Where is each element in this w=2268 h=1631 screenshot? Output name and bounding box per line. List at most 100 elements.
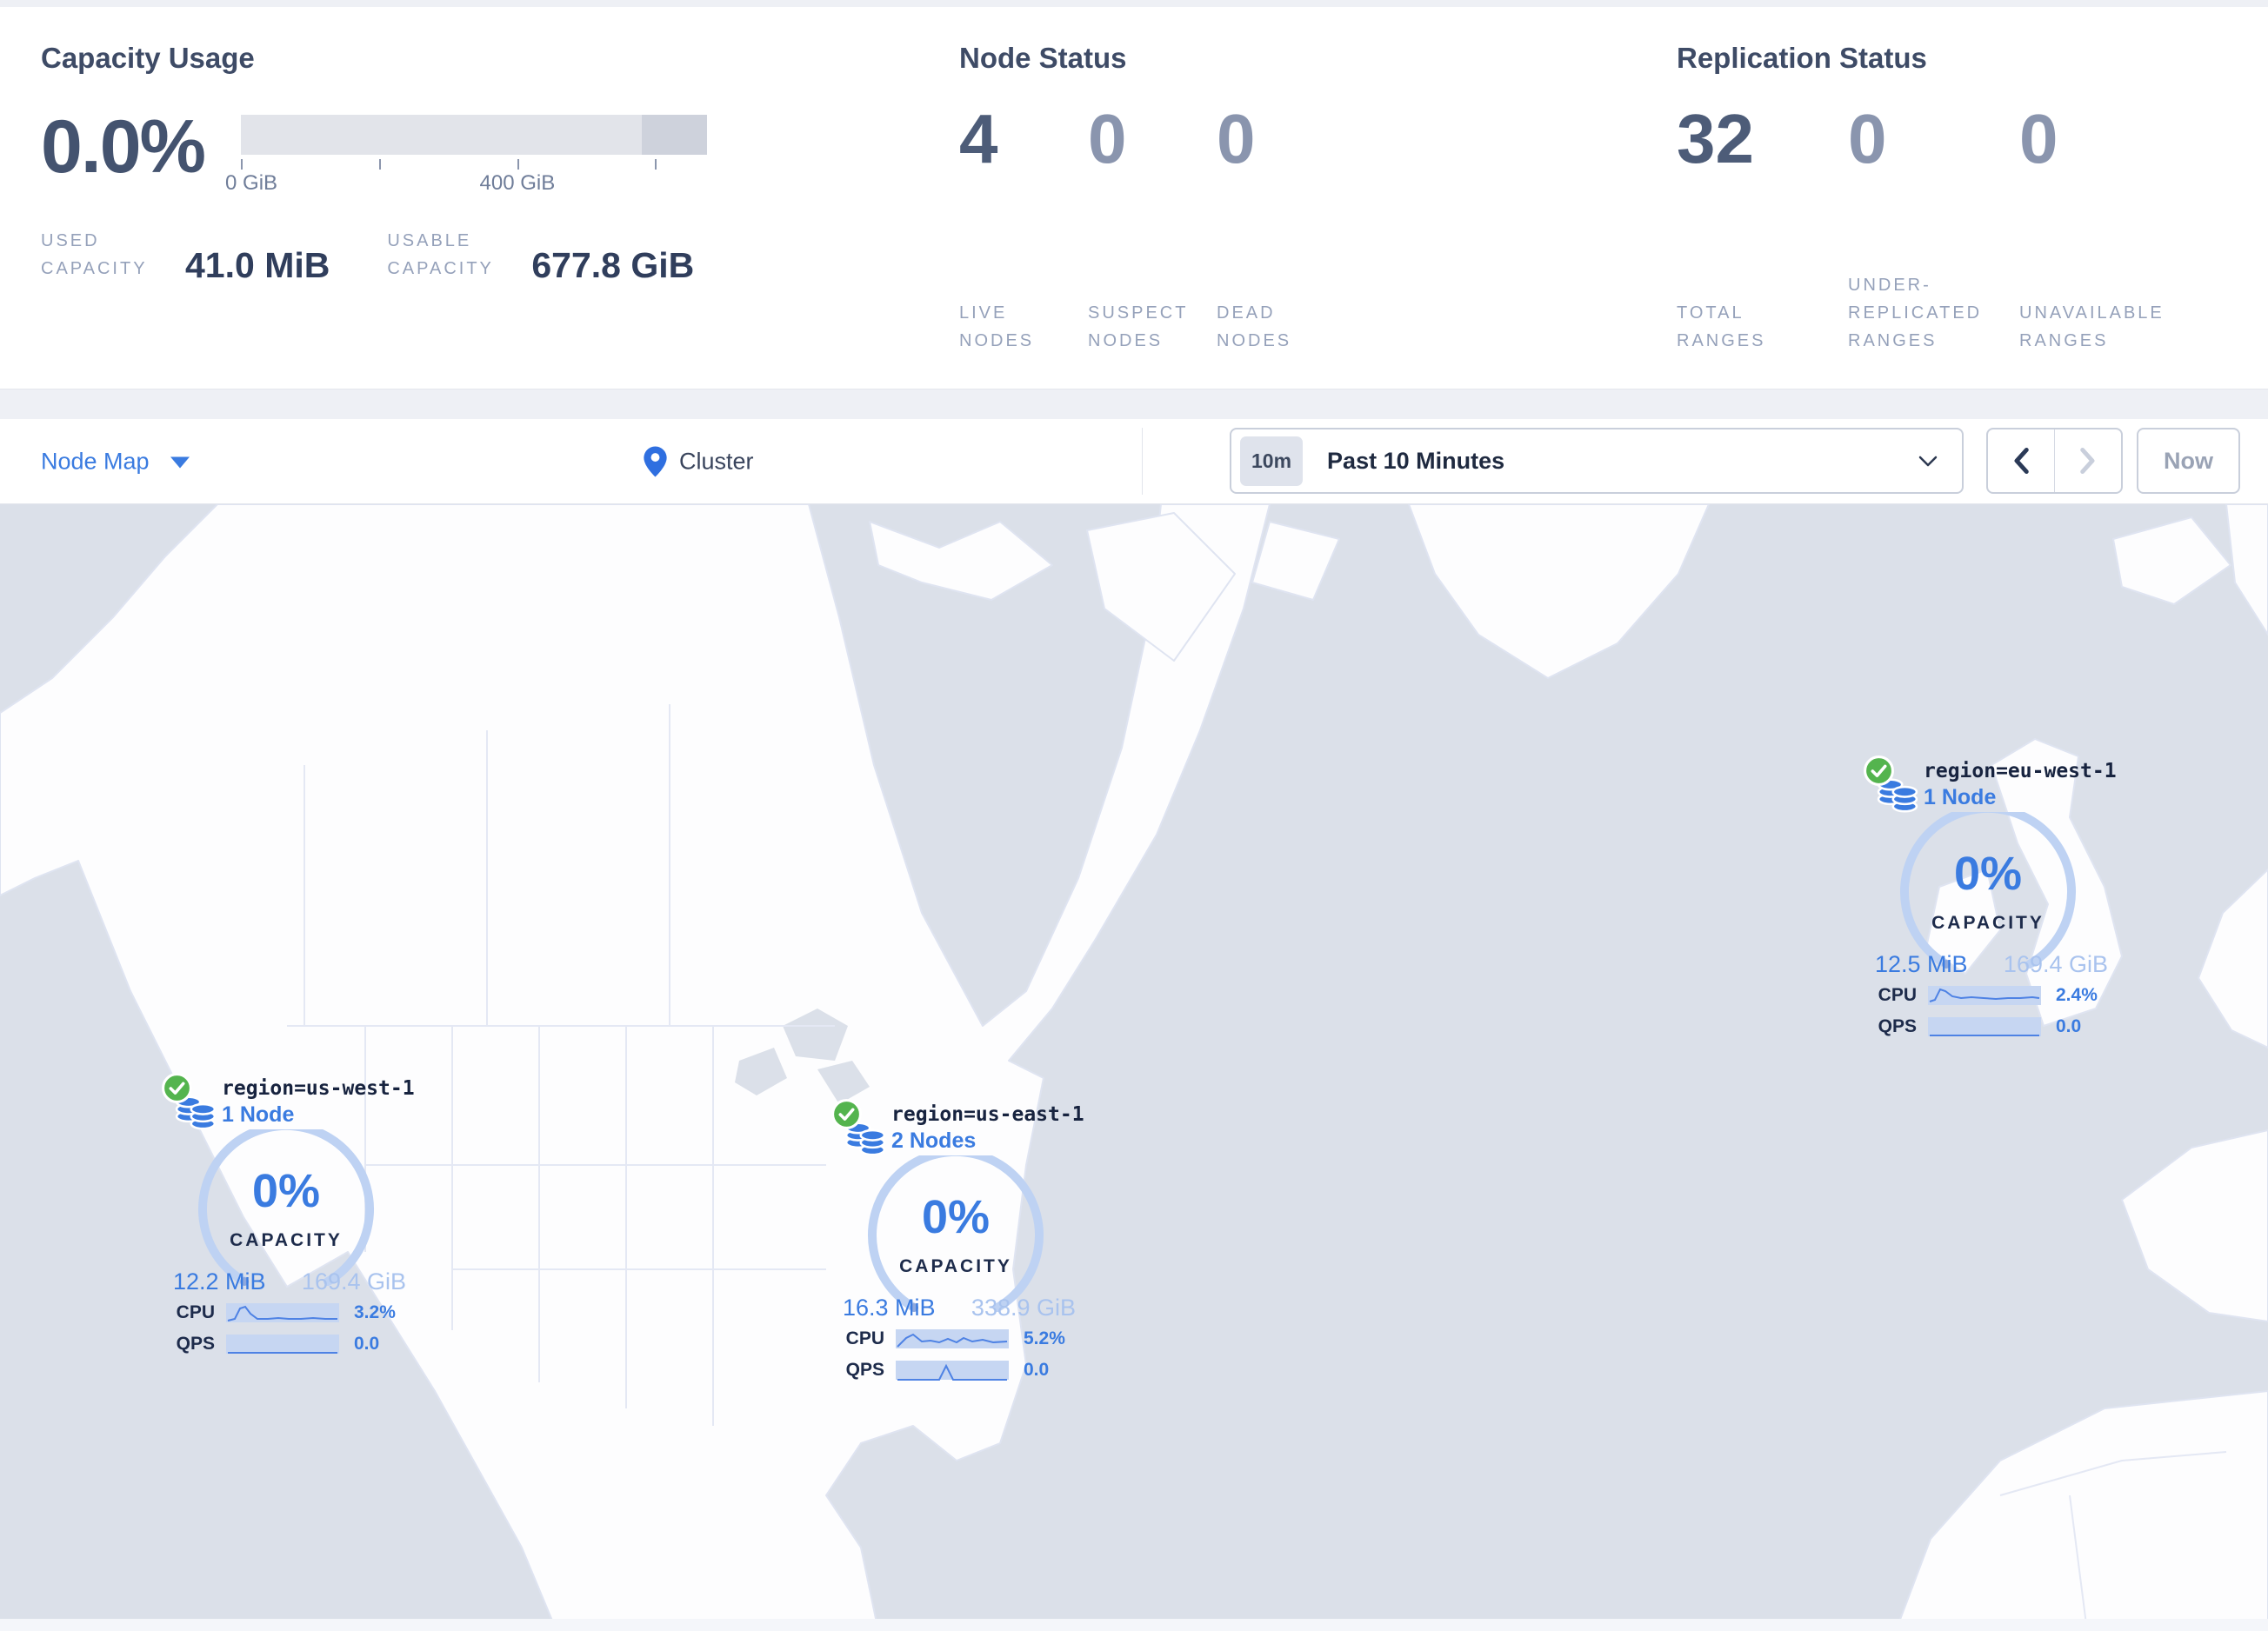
caret-down-icon: [170, 456, 190, 469]
capacity-gauge-label: CAPACITY: [1931, 913, 2045, 933]
region-label: region=us-east-1: [891, 1103, 1084, 1126]
chevron-right-icon: [2080, 448, 2095, 474]
capacity-gauge: 0% CAPACITY: [171, 1129, 401, 1286]
capacity-total-value: 169.4 GiB: [2003, 951, 2108, 977]
suspect-nodes-count: 0: [1088, 100, 1127, 177]
replication-status-section: Replication Status 32 TOTAL RANGES 0 UND…: [1677, 7, 2268, 389]
dead-nodes-label: DEAD NODES: [1217, 303, 1292, 350]
node-count-link[interactable]: 1 Node: [1924, 785, 2117, 810]
next-time-window-button[interactable]: [2055, 429, 2121, 492]
capacity-percent: 0.0%: [41, 105, 206, 189]
qps-value: 0.0: [1024, 1360, 1050, 1380]
node-count-link[interactable]: 2 Nodes: [891, 1128, 1084, 1154]
cpu-value: 5.2%: [1024, 1328, 1065, 1348]
section-gap: [0, 389, 2268, 419]
qps-sparkline: [226, 1335, 339, 1354]
capacity-gauge-label: CAPACITY: [230, 1230, 343, 1250]
check-circle-icon: [1864, 756, 1894, 786]
qps-label: QPS: [176, 1334, 215, 1354]
world-map-graphic: [0, 504, 2268, 1631]
cpu-value: 2.4%: [2056, 985, 2098, 1005]
time-window-dropdown[interactable]: 10m Past 10 Minutes: [1230, 428, 1964, 494]
capacity-gauge: 0% CAPACITY: [841, 1155, 1071, 1312]
breadcrumb-label: Cluster: [679, 448, 754, 474]
check-circle-icon: [162, 1073, 192, 1103]
capacity-percent: 0%: [921, 1191, 991, 1243]
map-pin-icon: [644, 446, 667, 476]
cpu-sparkline: [896, 1329, 1009, 1348]
used-capacity-label: USED CAPACITY: [41, 231, 148, 278]
toolbar-divider: [1142, 428, 1143, 495]
unavailable-ranges-count: 0: [2019, 100, 2058, 177]
chevron-left-icon: [2014, 448, 2029, 474]
cpu-label: CPU: [176, 1302, 215, 1322]
capacity-used-value: 12.2 MiB: [173, 1268, 266, 1295]
unavailable-ranges-label: UNAVAILABLE RANGES: [2019, 303, 2165, 350]
view-selector-label: Node Map: [41, 448, 150, 474]
time-window-label: Past 10 Minutes: [1327, 447, 1505, 474]
check-circle-icon: [831, 1099, 862, 1129]
capacity-percent: 0%: [251, 1165, 321, 1217]
live-nodes-label: LIVE NODES: [959, 303, 1035, 350]
live-nodes-count: 4: [959, 100, 998, 177]
node-status-section: Node Status 4 LIVE NODES 0 SUSPECT NODES…: [959, 7, 1677, 389]
qps-label: QPS: [1878, 1016, 1917, 1036]
node-status-title: Node Status: [959, 42, 1127, 74]
view-selector-node-map[interactable]: Node Map: [41, 448, 190, 475]
time-window-pager: [1986, 428, 2123, 494]
capacity-bar: 0 GiB 400 GiB: [225, 115, 708, 197]
breadcrumb-cluster[interactable]: Cluster: [644, 446, 754, 476]
total-ranges-count: 32: [1677, 100, 1754, 177]
axis-tick-label: 400 GiB: [479, 171, 556, 195]
region-marker-us-west-1[interactable]: region=us-west-1 1 Node 0% CAPACITY 12.2…: [161, 1072, 415, 1376]
region-marker-eu-west-1[interactable]: region=eu-west-1 1 Node 0% CAPACITY 12.5…: [1863, 755, 2117, 1059]
axis-tick: [241, 159, 243, 170]
usable-capacity-label: USABLE CAPACITY: [387, 231, 494, 278]
capacity-total-value: 338.9 GiB: [971, 1295, 1076, 1321]
cluster-summary-panel: Capacity Usage 0.0% 0 GiB 400 GiB USED C…: [0, 7, 2268, 389]
capacity-percent: 0%: [1953, 848, 2023, 900]
qps-sparkline: [896, 1361, 1009, 1381]
qps-sparkline: [1928, 1017, 2041, 1036]
cpu-label: CPU: [1878, 985, 1917, 1005]
now-button[interactable]: Now: [2137, 428, 2240, 494]
capacity-usage-section: Capacity Usage 0.0% 0 GiB 400 GiB USED C…: [0, 7, 959, 389]
suspect-nodes-label: SUSPECT NODES: [1088, 303, 1189, 350]
capacity-gauge-label: CAPACITY: [899, 1256, 1012, 1276]
region-marker-us-east-1[interactable]: region=us-east-1 2 Nodes 0% CAPACITY 16.…: [830, 1098, 1084, 1402]
under-replicated-ranges-label: UNDER-REPLICATED RANGES: [1848, 276, 1983, 350]
replication-status-title: Replication Status: [1677, 42, 1927, 74]
map-toolbar: Node Map Cluster 10m Past 10 Minutes Now: [0, 419, 2268, 504]
axis-tick-label: 0 GiB: [225, 171, 278, 195]
capacity-bar-reserved-segment: [641, 115, 708, 155]
time-window-badge: 10m: [1240, 436, 1304, 486]
map-footer-strip: [0, 1619, 2268, 1631]
qps-label: QPS: [845, 1360, 884, 1380]
capacity-used-value: 12.5 MiB: [1875, 951, 1968, 977]
capacity-total-value: 169.4 GiB: [301, 1268, 406, 1295]
region-label: region=us-west-1: [222, 1077, 415, 1100]
cpu-sparkline: [1928, 986, 2041, 1005]
cpu-label: CPU: [845, 1328, 884, 1348]
capacity-usage-title: Capacity Usage: [41, 42, 255, 74]
capacity-used-value: 16.3 MiB: [843, 1295, 936, 1321]
under-replicated-ranges-count: 0: [1848, 100, 1887, 177]
total-ranges-label: TOTAL RANGES: [1677, 303, 1766, 350]
qps-value: 0.0: [354, 1334, 380, 1354]
node-map: region=us-west-1 1 Node 0% CAPACITY 12.2…: [0, 504, 2268, 1631]
qps-value: 0.0: [2056, 1016, 2082, 1036]
axis-tick: [517, 159, 519, 170]
cpu-value: 3.2%: [354, 1302, 396, 1322]
axis-tick: [654, 159, 657, 170]
cpu-sparkline: [226, 1303, 339, 1322]
chevron-down-icon: [1918, 456, 1938, 466]
usable-capacity-value: 677.8 GiB: [531, 245, 695, 285]
previous-time-window-button[interactable]: [1988, 429, 2055, 492]
axis-tick: [379, 159, 382, 170]
capacity-gauge: 0% CAPACITY: [1873, 812, 2103, 969]
used-capacity-value: 41.0 MiB: [185, 245, 330, 285]
region-label: region=eu-west-1: [1924, 760, 2117, 782]
top-strip: [0, 0, 2268, 7]
dead-nodes-count: 0: [1217, 100, 1256, 177]
node-count-link[interactable]: 1 Node: [222, 1102, 415, 1128]
